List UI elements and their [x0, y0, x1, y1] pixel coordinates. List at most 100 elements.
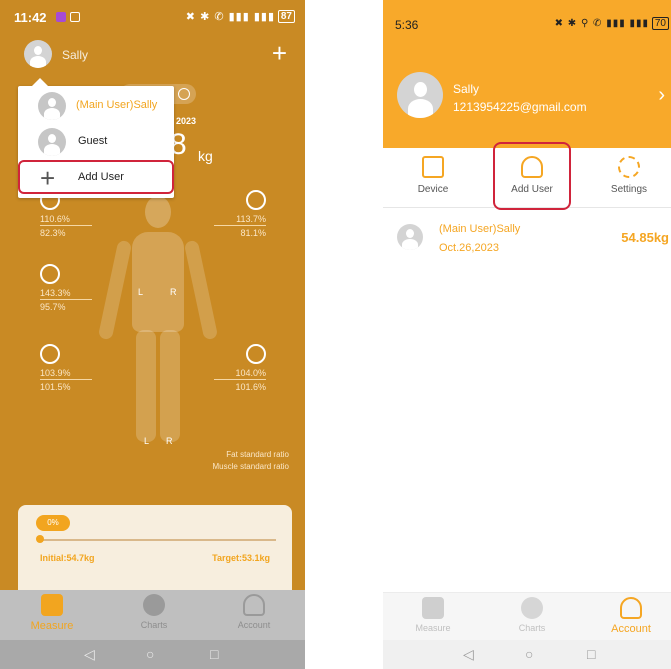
user-list-item[interactable]: (Main User)Sally Oct.26,2023 54.85kg — [383, 214, 671, 264]
action-label: Add User — [511, 184, 553, 195]
dropdown-item-label: (Main User)Sally — [76, 99, 158, 111]
user-dropdown-menu: (Main User)Sally Guest + Add User — [18, 78, 174, 198]
bottom-tab-bar: Measure Charts Account — [0, 590, 305, 640]
target-weight: Target:53.1kg — [212, 553, 270, 563]
app-notification-icon — [56, 12, 66, 22]
avatar — [38, 92, 66, 120]
home-icon[interactable]: ○ — [525, 646, 533, 662]
gear-icon — [618, 156, 640, 178]
avatar — [397, 224, 423, 250]
progress-track — [40, 539, 276, 541]
tab-measure[interactable]: Measure — [393, 597, 473, 633]
tab-label: Measure — [415, 623, 451, 633]
weight-unit: kg — [198, 148, 213, 164]
dropdown-item-add-user[interactable]: + Add User — [18, 160, 174, 196]
tab-label: Account — [237, 620, 271, 630]
user-weight: 54.85kg — [621, 230, 669, 245]
device-button[interactable]: Device — [393, 156, 473, 195]
back-icon[interactable]: ◁ — [463, 646, 474, 663]
account-actions: Device Add User Settings — [383, 148, 671, 208]
profile-header: 5:36 ✖ ✱ ⚲ ✆ ▮▮▮ ▮▮▮ 70 Sally 1213954225… — [383, 0, 671, 148]
chart-icon — [143, 594, 165, 616]
system-nav-bar: ◁ ○ □ — [0, 640, 305, 669]
home-icon[interactable]: ○ — [146, 646, 154, 662]
action-label: Device — [417, 184, 449, 195]
arm-icon — [246, 190, 266, 210]
avatar — [38, 128, 66, 156]
scale-icon — [41, 594, 63, 616]
goal-progress-card: 0% Initial:54.7kg Target:53.1kg — [18, 505, 292, 600]
add-plus-icon[interactable]: + — [272, 38, 287, 69]
segment-muscle: 81.1% — [240, 228, 266, 238]
signal-icons: ✖ ✱ ✆ ▮▮▮ ▮▮▮ — [185, 11, 275, 23]
scale-icon — [422, 597, 444, 619]
tab-label: Charts — [518, 623, 546, 633]
body-label-left: L — [138, 287, 144, 297]
measure-date: 2023 — [176, 116, 197, 126]
settings-button[interactable]: Settings — [589, 156, 669, 195]
initial-weight: Initial:54.7kg — [40, 553, 95, 563]
person-icon — [620, 597, 642, 619]
progress-percent: 0% — [36, 515, 70, 531]
clock-icon — [178, 88, 190, 100]
body-label-right: R — [166, 436, 173, 446]
avatar[interactable] — [397, 72, 443, 118]
tab-charts[interactable]: Charts — [492, 597, 572, 633]
status-time: 5:36 — [395, 18, 419, 32]
tab-label: Charts — [140, 620, 168, 630]
chevron-right-icon[interactable]: › — [658, 84, 665, 107]
person-icon — [243, 594, 265, 616]
user-name: (Main User)Sally — [439, 223, 521, 235]
tab-account[interactable]: Account — [591, 597, 671, 635]
leg-icon — [246, 344, 266, 364]
image-notification-icon — [70, 12, 80, 22]
dropdown-item-main-user[interactable]: (Main User)Sally — [18, 88, 174, 124]
add-user-button[interactable]: Add User — [492, 156, 572, 195]
user-date: Oct.26,2023 — [439, 242, 499, 254]
recent-apps-icon[interactable]: □ — [210, 646, 218, 662]
tab-label: Account — [611, 623, 651, 635]
avatar[interactable] — [24, 40, 52, 68]
segment-fat: 113.7% — [214, 214, 266, 226]
profile-name: Sally — [453, 82, 480, 96]
user-header: Sally + — [0, 36, 305, 76]
battery-icon: 87 — [277, 10, 295, 23]
signal-icons: ✖ ✱ ⚲ ✆ ▮▮▮ ▮▮▮ — [554, 18, 649, 29]
tab-measure[interactable]: Measure — [12, 594, 92, 632]
chart-icon — [521, 597, 543, 619]
right-phone-screen: 5:36 ✖ ✱ ⚲ ✆ ▮▮▮ ▮▮▮ 70 Sally 1213954225… — [383, 0, 671, 669]
dropdown-item-label: Add User — [78, 171, 124, 183]
segment-left-leg: 103.9% 101.5% — [40, 344, 92, 392]
body-label-left: L — [144, 436, 150, 446]
bottom-tab-bar: Measure Charts Account — [383, 592, 671, 640]
trunk-icon — [40, 264, 60, 284]
progress-knob — [36, 535, 44, 543]
body-figure — [97, 196, 219, 446]
tab-account[interactable]: Account — [214, 594, 294, 630]
body-label-right: R — [170, 287, 177, 297]
segment-muscle: 95.7% — [40, 302, 66, 312]
profile-email: 1213954225@gmail.com — [453, 100, 587, 114]
back-icon[interactable]: ◁ — [84, 646, 95, 663]
segment-right-arm: 113.7% 81.1% — [214, 190, 266, 238]
action-label: Settings — [610, 184, 648, 195]
legend-fat: Fat standard ratio — [226, 450, 289, 459]
tab-charts[interactable]: Charts — [114, 594, 194, 630]
segment-muscle: 82.3% — [40, 228, 66, 238]
tab-label: Measure — [30, 620, 74, 632]
status-bar: 5:36 ✖ ✱ ⚲ ✆ ▮▮▮ ▮▮▮ 70 — [383, 0, 671, 40]
recent-apps-icon[interactable]: □ — [587, 646, 595, 662]
person-icon — [521, 156, 543, 178]
segment-fat: 110.6% — [40, 214, 92, 226]
segment-fat: 143.3% — [40, 288, 92, 300]
current-user-name[interactable]: Sally — [62, 48, 88, 62]
device-icon — [422, 156, 444, 178]
segment-fat: 104.0% — [214, 368, 266, 380]
segment-muscle: 101.6% — [235, 382, 266, 392]
legend-muscle: Muscle standard ratio — [212, 462, 289, 471]
left-phone-screen: 11:42 ✖ ✱ ✆ ▮▮▮ ▮▮▮ 87 Sally + 2023 8 kg… — [0, 0, 305, 669]
dropdown-item-guest[interactable]: Guest — [18, 124, 174, 160]
segment-muscle: 101.5% — [40, 382, 71, 392]
segment-right-leg: 104.0% 101.6% — [214, 344, 266, 392]
system-nav-bar: ◁ ○ □ — [383, 640, 671, 669]
